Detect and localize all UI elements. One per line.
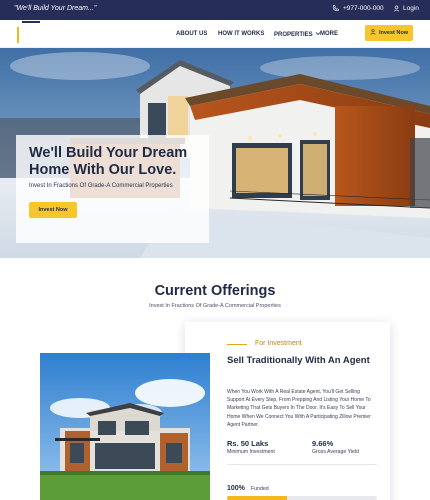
nav-item-more[interactable]: MORE — [320, 31, 338, 37]
yield-label: Gross Average Yield — [312, 449, 359, 455]
offerings-title: Current Offerings — [154, 283, 276, 299]
nav-label: MORE — [320, 31, 338, 37]
yield-value: 9.66% — [312, 439, 334, 448]
phone-icon — [332, 5, 339, 12]
offerings-subtitle: Invest In Fractions Of Grade-A Commercia… — [149, 303, 281, 309]
offering-description: When You Work With A Real Estate Agent, … — [227, 389, 371, 428]
offering-image[interactable] — [40, 353, 210, 500]
nav-item-about-us[interactable]: ABOUT US — [176, 31, 207, 37]
phone-link[interactable]: +977-000-000 — [332, 5, 384, 12]
funded-progress-bar — [227, 496, 377, 500]
hero-invest-label: Invest Now — [38, 207, 68, 213]
nav-label: HOW IT WORKS — [218, 31, 265, 37]
tag-divider — [227, 344, 247, 345]
logo[interactable] — [17, 27, 19, 43]
nav-label: PROPERTIES — [274, 31, 313, 38]
hero-invest-button[interactable]: Invest Now — [29, 202, 77, 218]
nav-label: ABOUT US — [176, 31, 208, 37]
offering-card[interactable]: For Investment Sell Traditionally With A… — [185, 322, 390, 500]
phone-number: +977-000-000 — [343, 5, 384, 12]
user-icon — [393, 5, 400, 12]
funded-percent: 100% — [227, 485, 245, 492]
funded-label: Funded — [251, 486, 269, 492]
hero-title: We'll Build Your Dream Home With Our Lov… — [29, 145, 188, 178]
login-link[interactable]: Login — [393, 5, 419, 12]
hero-section: We'll Build Your Dream Home With Our Lov… — [0, 48, 430, 258]
hero-subtitle: Invest In Fractions Of Grade-A Commercia… — [29, 183, 173, 189]
offering-tag: For Investment — [255, 340, 302, 347]
min-investment-value: Rs. 50 Laks — [227, 439, 269, 448]
top-bar: "We'll Build Your Dream..." +977-000-000… — [0, 0, 430, 20]
funded-progress-fill — [227, 496, 287, 500]
offering-title: Sell Traditionally With An Agent — [227, 355, 370, 366]
top-tagline: "We'll Build Your Dream..." — [14, 5, 97, 12]
offering-house-image — [40, 353, 210, 500]
main-nav: ABOUT US HOW IT WORKS PROPERTIES MORE In… — [0, 20, 430, 48]
login-label: Login — [403, 5, 419, 12]
invest-icon — [370, 29, 376, 37]
nav-item-how-it-works[interactable]: HOW IT WORKS — [218, 31, 264, 37]
nav-invest-button[interactable]: Invest Now — [365, 25, 413, 41]
nav-item-properties[interactable]: PROPERTIES — [274, 31, 321, 38]
min-investment-label: Minimum Investment — [227, 449, 275, 455]
card-divider — [227, 464, 377, 465]
nav-invest-label: Invest Now — [378, 30, 409, 36]
logo-line — [22, 21, 40, 23]
hero-card: We'll Build Your Dream Home With Our Lov… — [16, 135, 209, 243]
